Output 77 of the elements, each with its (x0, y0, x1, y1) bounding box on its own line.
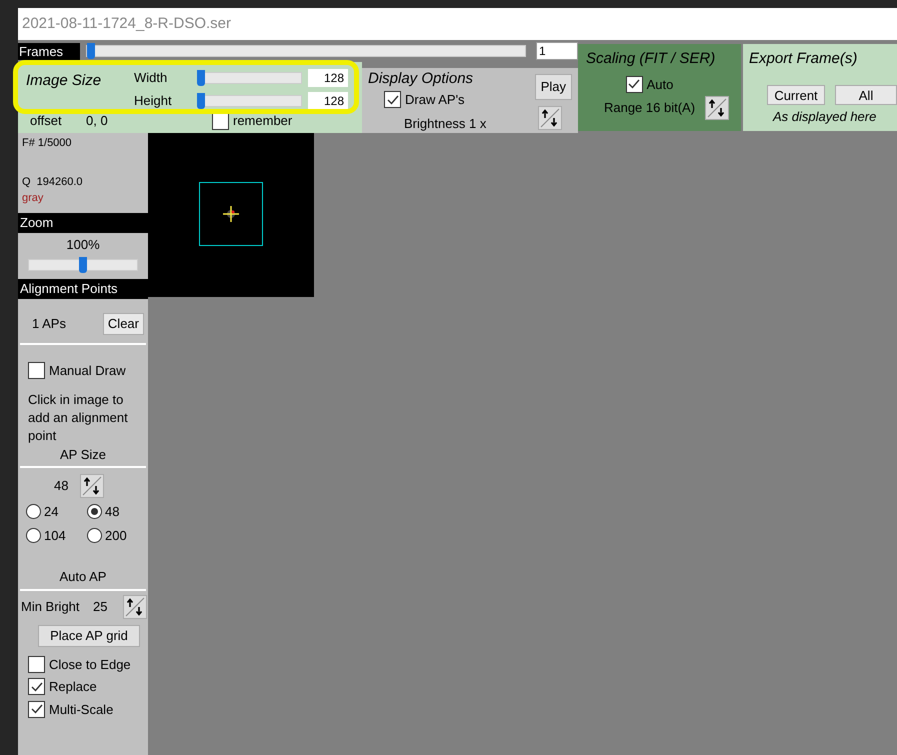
image-view[interactable] (148, 131, 314, 297)
up-down-arrows-icon (82, 476, 102, 496)
checkbox-label: Multi-Scale (49, 700, 114, 718)
section-label: AP Size (58, 446, 107, 464)
offset-value: 0, 0 (86, 112, 109, 130)
checkbox-label: remember (233, 112, 292, 130)
ap-size-value: 48 (54, 477, 68, 496)
checkbox[interactable] (626, 76, 643, 93)
radio-button[interactable] (87, 504, 102, 520)
checkbox[interactable] (384, 91, 401, 108)
min-bright-label: Min Bright (21, 598, 81, 616)
color-mode: gray (22, 191, 44, 206)
slider-track[interactable] (198, 72, 302, 84)
slider-track[interactable] (198, 94, 302, 106)
frame-number-field[interactable]: 1 (536, 42, 578, 60)
export-note: As displayed here (772, 108, 878, 126)
frames-label: Frames (18, 42, 80, 60)
radio-button[interactable] (26, 504, 41, 520)
range-label: Range 16 bit(A) (604, 99, 696, 118)
checkbox-label: Auto (646, 76, 674, 94)
spin-button[interactable] (80, 474, 104, 498)
offset-label: offset (30, 112, 63, 130)
slider-track[interactable] (28, 258, 138, 270)
slider-track[interactable] (86, 45, 526, 57)
spin-button[interactable] (705, 96, 730, 120)
export-button[interactable]: Current (767, 84, 825, 104)
crosshair-icon (223, 206, 239, 222)
slider-thumb[interactable] (197, 92, 206, 108)
checkmark-icon (386, 94, 398, 105)
up-down-arrows-icon (707, 98, 728, 118)
panel-title: Display Options (368, 70, 474, 88)
section-header: Zoom (18, 213, 148, 233)
window-title: 2021-08-11-1724_8-R-DSO.ser (18, 8, 897, 40)
checkmark-icon (30, 682, 42, 692)
section-label: Auto AP (58, 568, 108, 586)
spin-button[interactable] (538, 106, 562, 130)
brightness-label: Brightness 1 x (403, 114, 486, 133)
slider-label: Width (134, 68, 168, 87)
hint-text: Click in image to add an alignment point (27, 390, 128, 444)
size-field[interactable]: 128 (308, 92, 348, 110)
panel-title: Scaling (FIT / SER) (585, 49, 716, 69)
radio-label: 104 (44, 526, 66, 544)
slider-thumb[interactable] (79, 256, 87, 272)
radio-label: 24 (44, 503, 58, 521)
checkbox[interactable] (28, 362, 45, 380)
spin-button[interactable] (123, 594, 147, 618)
up-down-arrows-icon (125, 596, 145, 616)
section-header: Alignment Points (18, 279, 148, 299)
checkbox[interactable] (28, 656, 45, 673)
checkbox-label: Replace (49, 678, 97, 696)
checkbox-label: Close to Edge (49, 656, 131, 674)
slider-thumb[interactable] (87, 43, 96, 59)
size-field[interactable]: 128 (308, 68, 348, 86)
radio-label: 200 (105, 526, 127, 544)
checkmark-icon (628, 79, 640, 90)
slider-label: Height (134, 92, 173, 110)
up-down-arrows-icon (540, 108, 560, 128)
ap-count: 1 APs (32, 315, 66, 334)
radio-button[interactable] (87, 528, 102, 543)
clear-button[interactable]: Clear (102, 313, 144, 335)
zoom-value: 100% (66, 236, 100, 254)
place-grid-button[interactable]: Place AP grid (38, 624, 140, 646)
slider-thumb[interactable] (197, 70, 206, 86)
radio-button[interactable] (26, 528, 41, 543)
export-button[interactable]: All (835, 84, 897, 104)
checkmark-icon (30, 704, 42, 714)
checkbox-label: Draw AP's (405, 91, 465, 109)
radio-label: 48 (105, 503, 120, 521)
frame-counter: F# 1/5000 (22, 136, 73, 151)
min-bright-value: 25 (93, 598, 108, 616)
panel-title: Image Size (26, 71, 102, 91)
checkbox[interactable] (28, 678, 45, 696)
checkbox-label: Manual Draw (49, 362, 126, 380)
checkbox[interactable] (28, 700, 45, 718)
play-button[interactable]: Play (534, 74, 572, 100)
panel-title: Export Frame(s) (749, 49, 858, 69)
quality-value: Q 194260.0 (22, 174, 84, 190)
